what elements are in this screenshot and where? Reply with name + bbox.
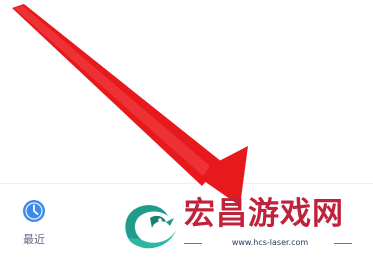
divider bbox=[184, 243, 202, 244]
content-area bbox=[0, 0, 373, 183]
nav-item-recent[interactable]: 最近 bbox=[14, 193, 60, 251]
divider bbox=[334, 243, 352, 244]
nav-item-recent-label: 最近 bbox=[23, 233, 45, 246]
dragon-logo-icon bbox=[125, 205, 176, 249]
watermark: 宏昌游戏网 www.hcs-laser.com bbox=[118, 194, 368, 254]
watermark-brand: 宏昌游戏网 bbox=[184, 196, 344, 232]
clock-icon bbox=[23, 200, 45, 222]
watermark-url: www.hcs-laser.com bbox=[231, 238, 309, 247]
watermark-url-row: www.hcs-laser.com bbox=[184, 237, 366, 249]
app-screen: 最近 宏昌游戏网 www.hcs-laser.com bbox=[0, 0, 373, 258]
